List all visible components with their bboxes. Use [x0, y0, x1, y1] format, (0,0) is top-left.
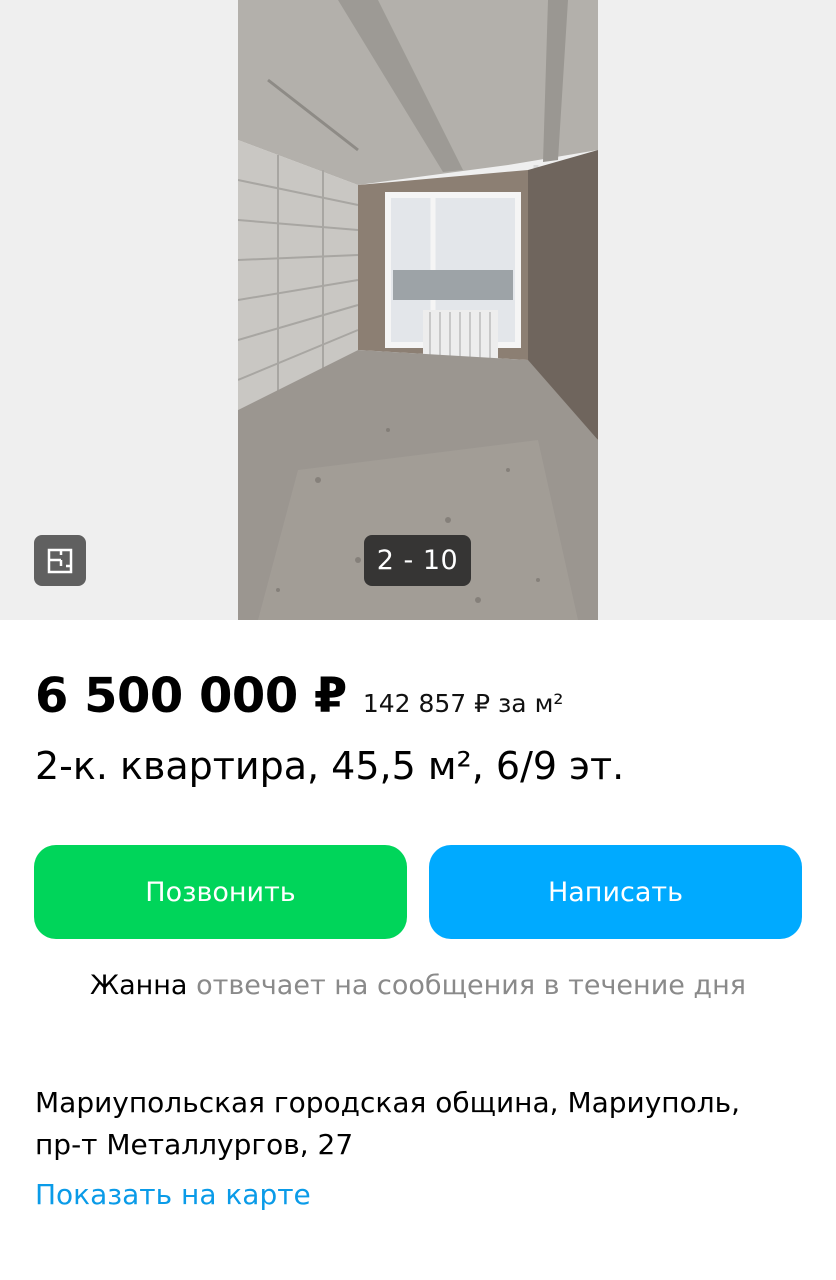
response-time-text: отвечает на сообщения в течение дня	[187, 970, 746, 1001]
listing-title: 2-к. квартира, 45,5 м², 6/9 эт.	[35, 744, 625, 788]
call-button-label: Позвонить	[145, 876, 296, 908]
price: 6 500 000 ₽	[35, 668, 347, 724]
listing-page: 2 - 10 6 500 000 ₽ 142 857 ₽ за м² 2-к. …	[0, 0, 836, 1280]
show-on-map-link[interactable]: Показать на карте	[35, 1178, 311, 1211]
write-message-button[interactable]: Написать	[429, 845, 802, 939]
address-line-1: Мариупольская городская община, Мариупол…	[35, 1086, 741, 1119]
floorplan-button[interactable]	[34, 535, 86, 586]
photo-gallery[interactable]: 2 - 10	[0, 0, 836, 620]
listing-photo[interactable]	[238, 0, 598, 620]
address: Мариупольская городская община, Мариупол…	[35, 1082, 805, 1166]
floorplan-icon	[47, 548, 73, 573]
photo-counter: 2 - 10	[364, 535, 471, 586]
address-line-2: пр-т Металлургов, 27	[35, 1128, 354, 1161]
price-per-m2: 142 857 ₽ за м²	[362, 689, 564, 718]
call-button[interactable]: Позвонить	[34, 845, 407, 939]
write-button-label: Написать	[547, 876, 684, 908]
seller-response-info: Жанна отвечает на сообщения в течение дн…	[0, 970, 836, 1001]
price-row: 6 500 000 ₽ 142 857 ₽ за м²	[35, 668, 563, 724]
seller-name[interactable]: Жанна	[90, 970, 187, 1001]
